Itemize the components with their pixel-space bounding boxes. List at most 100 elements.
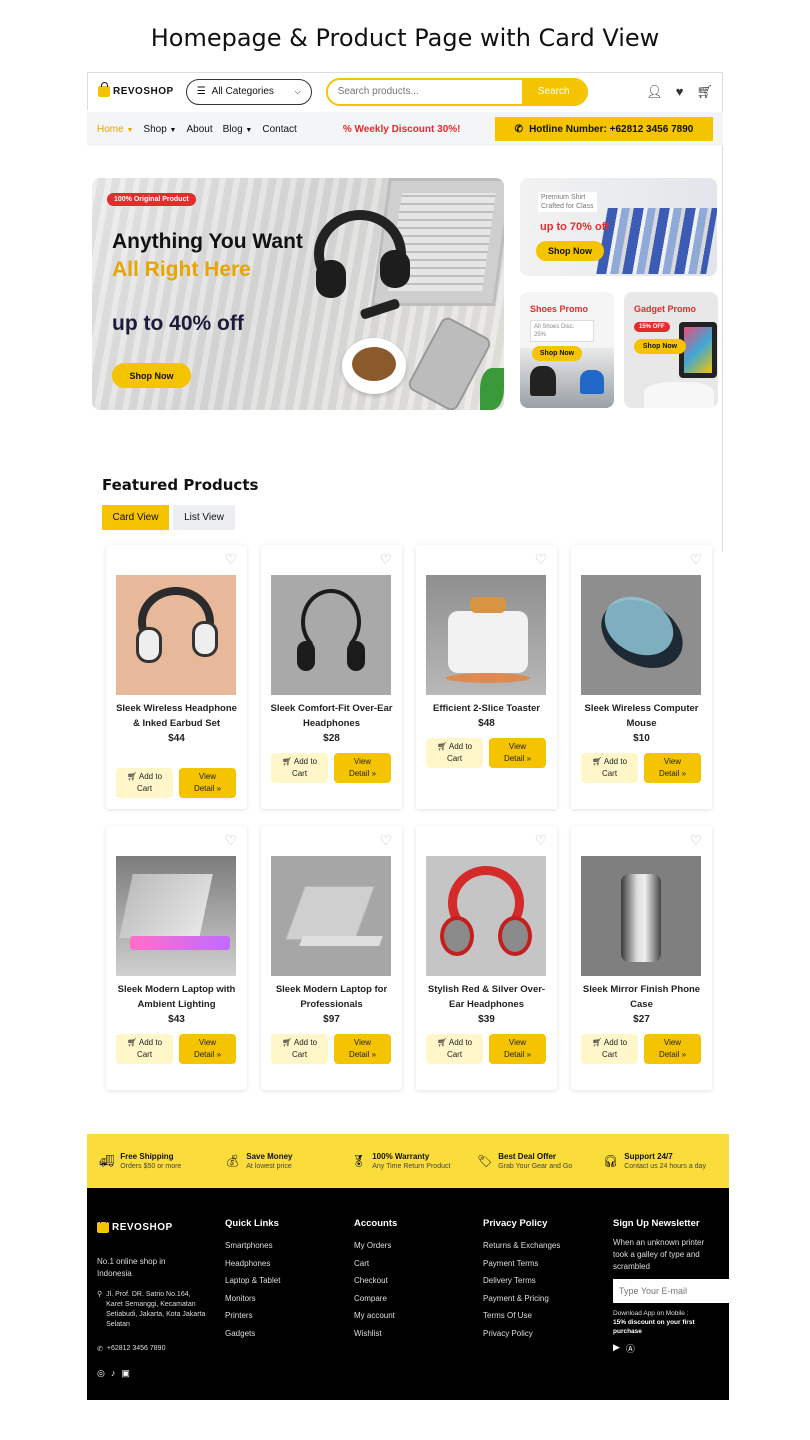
footer-link[interactable]: Terms Of Use	[483, 1307, 560, 1325]
add-to-cart-button[interactable]: 🛒︎ Add to Cart	[271, 753, 328, 783]
product-image[interactable]	[581, 856, 701, 976]
basket-icon: 🛒︎	[436, 1038, 448, 1047]
add-to-cart-button[interactable]: 🛒︎ Add to Cart	[116, 1034, 173, 1064]
product-image[interactable]	[271, 575, 391, 695]
footer-link[interactable]: Smartphones	[225, 1237, 280, 1255]
footer-link[interactable]: Monitors	[225, 1290, 280, 1308]
footer-link[interactable]: Checkout	[354, 1272, 397, 1290]
nav-item-blog[interactable]: Blog ▼	[223, 124, 253, 135]
footer-link[interactable]: Printers	[225, 1307, 280, 1325]
weekly-discount[interactable]: % Weekly Discount 30%!	[343, 124, 461, 135]
category-select[interactable]: ☰ All Categories ⌵	[185, 78, 312, 105]
instagram-icon[interactable]: ◎	[97, 1368, 105, 1379]
hero-shop-now-button[interactable]: Shop Now	[112, 363, 191, 388]
search-input[interactable]	[327, 79, 522, 104]
site-logo[interactable]: REVOSHOP	[98, 82, 174, 97]
footer-link[interactable]: Payment & Pricing	[483, 1290, 560, 1308]
view-detail-button[interactable]: View Detail »	[489, 738, 546, 768]
add-to-cart-button[interactable]: 🛒︎ Add to Cart	[581, 1034, 638, 1064]
wishlist-heart-icon[interactable]: ♡	[224, 551, 237, 568]
footer-link[interactable]: Cart	[354, 1255, 397, 1273]
wishlist-heart-icon[interactable]: ♡	[534, 832, 547, 849]
cart-icon[interactable]: 🛒︎	[696, 84, 713, 100]
product-image[interactable]	[116, 856, 236, 976]
footer-logo-text: REVOSHOP	[112, 1222, 173, 1233]
shirt-shop-now-button[interactable]: Shop Now	[536, 241, 604, 261]
footer-link[interactable]: Privacy Policy	[483, 1325, 560, 1343]
view-detail-label-1: View	[663, 757, 682, 766]
product-image[interactable]	[581, 575, 701, 695]
wishlist-heart-icon[interactable]: ♡	[689, 551, 702, 568]
footer-link[interactable]: Compare	[354, 1290, 397, 1308]
list-view-button[interactable]: List View	[173, 505, 235, 530]
shoes-shop-now-button[interactable]: Shop Now	[532, 346, 582, 361]
wishlist-heart-icon[interactable]: ♡	[224, 832, 237, 849]
add-to-cart-button[interactable]: 🛒︎ Add to Cart	[116, 768, 173, 798]
tiktok-icon[interactable]: ♪	[111, 1368, 116, 1379]
add-to-cart-label-1: Add to	[448, 742, 473, 751]
promo-shirt-card[interactable]: Premium Shirt Crafted for Class up to 70…	[520, 178, 717, 276]
search-button[interactable]: Search	[521, 79, 586, 104]
promo-shoes-card[interactable]: Shoes Promo All Shoes Disc. 25% Shop Now	[520, 292, 614, 408]
wishlist-heart-icon[interactable]: ♡	[379, 832, 392, 849]
footer-link[interactable]: Delivery Terms	[483, 1272, 560, 1290]
app-store-icon[interactable]: Ⓐ	[626, 1342, 635, 1355]
product-price: $28	[323, 733, 340, 744]
view-detail-button[interactable]: View Detail »	[179, 1034, 236, 1064]
view-detail-button[interactable]: View Detail »	[179, 768, 236, 798]
card-view-button[interactable]: Card View	[102, 505, 169, 530]
add-to-cart-button[interactable]: 🛒︎ Add to Cart	[426, 1034, 483, 1064]
view-detail-label-1: View	[508, 742, 527, 751]
product-card[interactable]: ♡ Sleek Wireless Computer Mouse $10 🛒︎ A…	[571, 545, 712, 809]
footer-link[interactable]: My account	[354, 1307, 397, 1325]
footer-link[interactable]: Gadgets	[225, 1325, 280, 1343]
user-icon[interactable]: 👤︎	[646, 84, 663, 100]
product-price: $44	[168, 733, 185, 744]
hotline-button[interactable]: ✆ Hotline Number: +62812 3456 7890	[495, 117, 713, 141]
google-play-icon[interactable]: ▶	[613, 1342, 620, 1355]
nav-item-home[interactable]: Home ▼	[97, 124, 133, 135]
nav-item-shop[interactable]: Shop ▼	[143, 124, 176, 135]
add-to-cart-button[interactable]: 🛒︎ Add to Cart	[581, 753, 638, 783]
product-image[interactable]	[116, 575, 236, 695]
gadget-shop-now-button[interactable]: Shop Now	[634, 339, 686, 354]
footer-logo[interactable]: REVOSHOP	[97, 1218, 173, 1233]
nav-item-contact[interactable]: Contact	[262, 124, 296, 135]
product-card[interactable]: ♡ Sleek Modern Laptop with Ambient Light…	[106, 826, 247, 1090]
wishlist-heart-icon[interactable]: ♡	[689, 832, 702, 849]
product-card[interactable]: ♡ Sleek Modern Laptop for Professionals …	[261, 826, 402, 1090]
footer-link[interactable]: Headphones	[225, 1255, 280, 1273]
footer-link[interactable]: Laptop & Tablet	[225, 1272, 280, 1290]
footer-link[interactable]: Wishlist	[354, 1325, 397, 1343]
view-detail-button[interactable]: View Detail »	[334, 753, 391, 783]
wishlist-heart-icon[interactable]: ♡	[379, 551, 392, 568]
product-name: Stylish Red & Silver Over-Ear Headphones…	[422, 982, 551, 1027]
product-image[interactable]	[426, 856, 546, 976]
footer-phone[interactable]: ✆ +62812 3456 7890	[97, 1345, 165, 1353]
product-card[interactable]: ♡ Stylish Red & Silver Over-Ear Headphon…	[416, 826, 557, 1090]
view-detail-button[interactable]: View Detail »	[644, 753, 701, 783]
linkedin-icon[interactable]: ▣	[121, 1368, 130, 1379]
footer-link[interactable]: Returns & Exchanges	[483, 1237, 560, 1255]
heart-icon[interactable]: ♥	[676, 84, 684, 100]
footer-column-title: Quick Links	[225, 1218, 279, 1229]
promo-gadget-card[interactable]: Gadget Promo 15% OFF Shop Now	[624, 292, 718, 408]
nav-item-about[interactable]: About	[186, 124, 212, 135]
product-image[interactable]	[271, 856, 391, 976]
product-card[interactable]: ♡ Sleek Wireless Headphone & Inked Earbu…	[106, 545, 247, 809]
basket-icon: 🛒︎	[126, 1038, 138, 1047]
add-to-cart-button[interactable]: 🛒︎ Add to Cart	[271, 1034, 328, 1064]
view-detail-button[interactable]: View Detail »	[644, 1034, 701, 1064]
product-image[interactable]	[426, 575, 546, 695]
footer-link[interactable]: Payment Terms	[483, 1255, 560, 1273]
add-to-cart-button[interactable]: 🛒︎ Add to Cart	[426, 738, 483, 768]
product-card[interactable]: ♡ Sleek Mirror Finish Phone Case $27 🛒︎ …	[571, 826, 712, 1090]
shirt-label: Premium Shirt Crafted for Class	[538, 192, 597, 212]
product-card[interactable]: ♡ Sleek Comfort-Fit Over-Ear Headphones …	[261, 545, 402, 809]
wishlist-heart-icon[interactable]: ♡	[534, 551, 547, 568]
footer-link[interactable]: My Orders	[354, 1237, 397, 1255]
newsletter-email-input[interactable]	[613, 1279, 731, 1303]
view-detail-button[interactable]: View Detail »	[489, 1034, 546, 1064]
view-detail-button[interactable]: View Detail »	[334, 1034, 391, 1064]
product-card[interactable]: ♡ Efficient 2-Slice Toaster $48 🛒︎ Add t…	[416, 545, 557, 809]
